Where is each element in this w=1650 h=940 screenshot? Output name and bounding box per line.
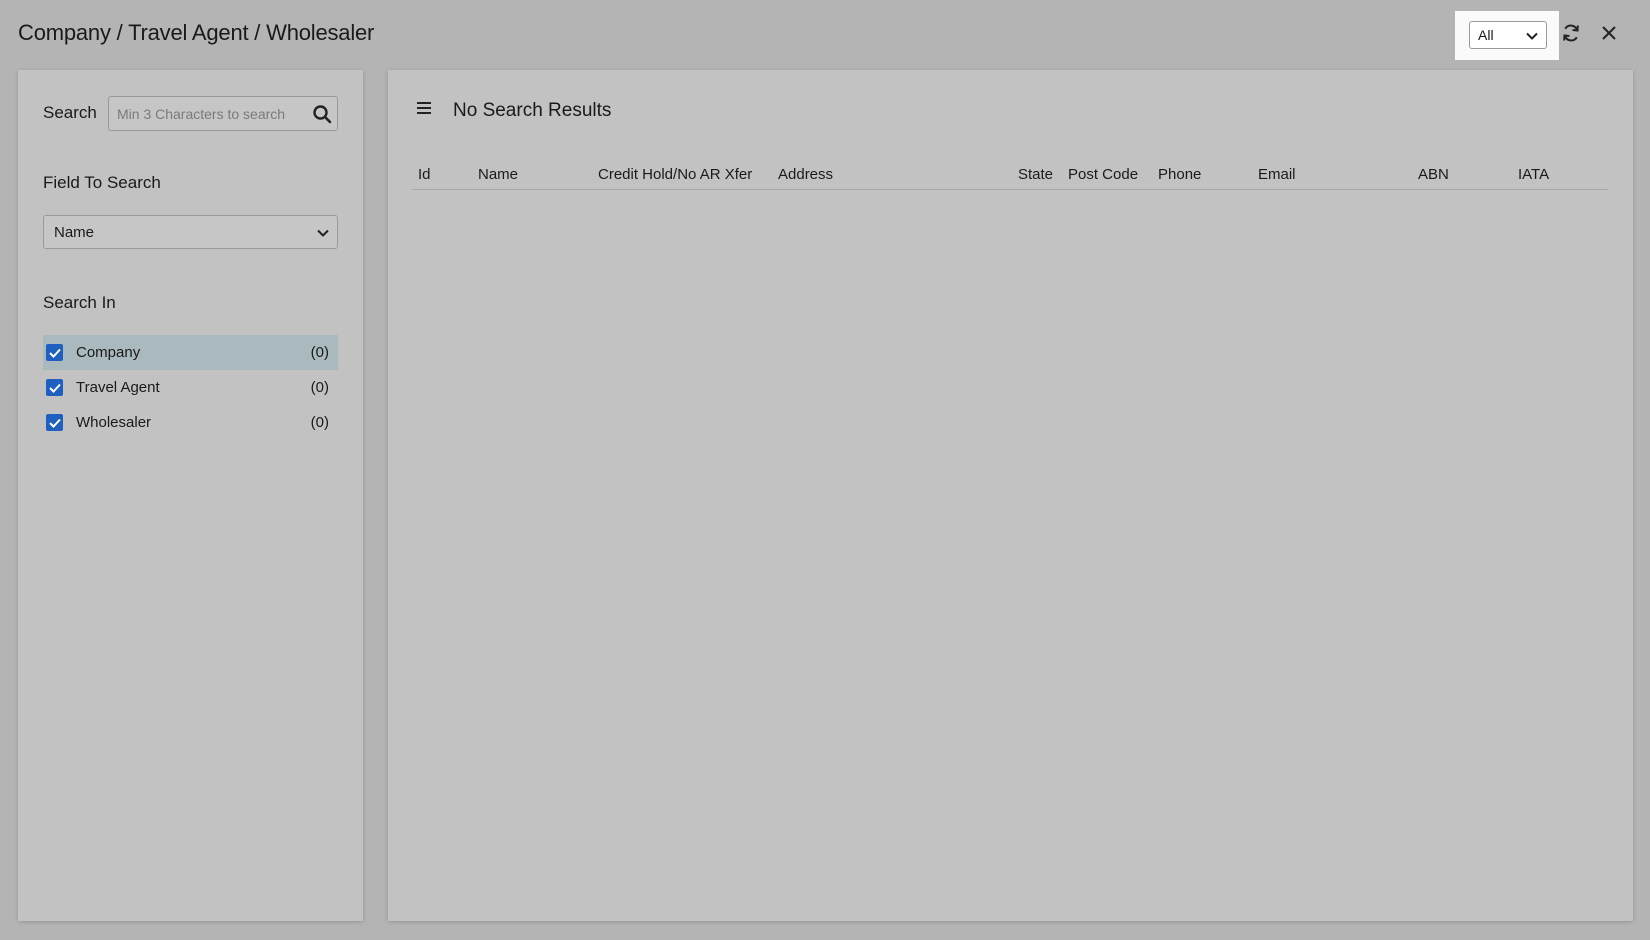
column-header-iata[interactable]: IATA bbox=[1518, 166, 1549, 183]
company-count: (0) bbox=[310, 344, 329, 361]
column-header-post-code[interactable]: Post Code bbox=[1068, 166, 1138, 183]
refresh-button[interactable] bbox=[1558, 22, 1584, 48]
field-select-value: Name bbox=[54, 223, 95, 241]
search-in-wholesaler[interactable]: Wholesaler (0) bbox=[43, 405, 338, 440]
results-title: No Search Results bbox=[453, 100, 612, 121]
checkmark-icon bbox=[48, 383, 61, 393]
search-field bbox=[108, 96, 338, 131]
search-icon[interactable] bbox=[312, 104, 332, 124]
search-label: Search bbox=[43, 103, 97, 122]
menu-icon[interactable] bbox=[415, 100, 433, 116]
search-in-label: Search In bbox=[43, 293, 116, 312]
column-header-email[interactable]: Email bbox=[1258, 166, 1296, 183]
column-header-phone[interactable]: Phone bbox=[1158, 166, 1201, 183]
wholesaler-label: Wholesaler bbox=[76, 414, 152, 431]
close-icon bbox=[1601, 25, 1617, 46]
filter-select-value: All bbox=[1478, 27, 1494, 43]
company-checkbox[interactable] bbox=[46, 344, 63, 361]
checkmark-icon bbox=[48, 418, 61, 428]
search-in-travel-agent[interactable]: Travel Agent (0) bbox=[43, 370, 338, 405]
field-to-search-label: Field To Search bbox=[43, 173, 161, 192]
column-header-abn[interactable]: ABN bbox=[1418, 166, 1449, 183]
search-panel: Search Field To Search Name Search In Co… bbox=[18, 70, 363, 921]
field-to-search-select[interactable]: Name bbox=[43, 215, 338, 249]
travel-agent-label: Travel Agent bbox=[76, 379, 160, 396]
column-header-credit-hold[interactable]: Credit Hold/No AR Xfer bbox=[598, 166, 752, 183]
search-in-list: Company (0) Travel Agent (0) Wholesaler … bbox=[43, 335, 338, 440]
results-table-header: Id Name Credit Hold/No AR Xfer Address S… bbox=[412, 160, 1608, 190]
results-panel: No Search Results Id Name Credit Hold/No… bbox=[388, 70, 1633, 921]
travel-agent-count: (0) bbox=[310, 379, 329, 396]
search-in-company[interactable]: Company (0) bbox=[43, 335, 338, 370]
wholesaler-count: (0) bbox=[310, 414, 329, 431]
travel-agent-checkbox[interactable] bbox=[46, 379, 63, 396]
column-header-name[interactable]: Name bbox=[478, 166, 518, 183]
column-header-state[interactable]: State bbox=[1018, 166, 1053, 183]
column-header-address[interactable]: Address bbox=[778, 166, 833, 183]
column-header-id[interactable]: Id bbox=[418, 166, 431, 183]
search-input[interactable] bbox=[109, 97, 305, 130]
chevron-down-icon bbox=[1526, 27, 1538, 43]
filter-select[interactable]: All bbox=[1469, 21, 1547, 49]
company-label: Company bbox=[76, 344, 141, 361]
page-title: Company / Travel Agent / Wholesaler bbox=[18, 20, 375, 45]
chevron-down-icon bbox=[317, 224, 329, 241]
filter-box: All bbox=[1455, 11, 1559, 60]
close-button[interactable] bbox=[1596, 22, 1622, 48]
checkmark-icon bbox=[48, 348, 61, 358]
wholesaler-checkbox[interactable] bbox=[46, 414, 63, 431]
refresh-icon bbox=[1561, 23, 1581, 48]
